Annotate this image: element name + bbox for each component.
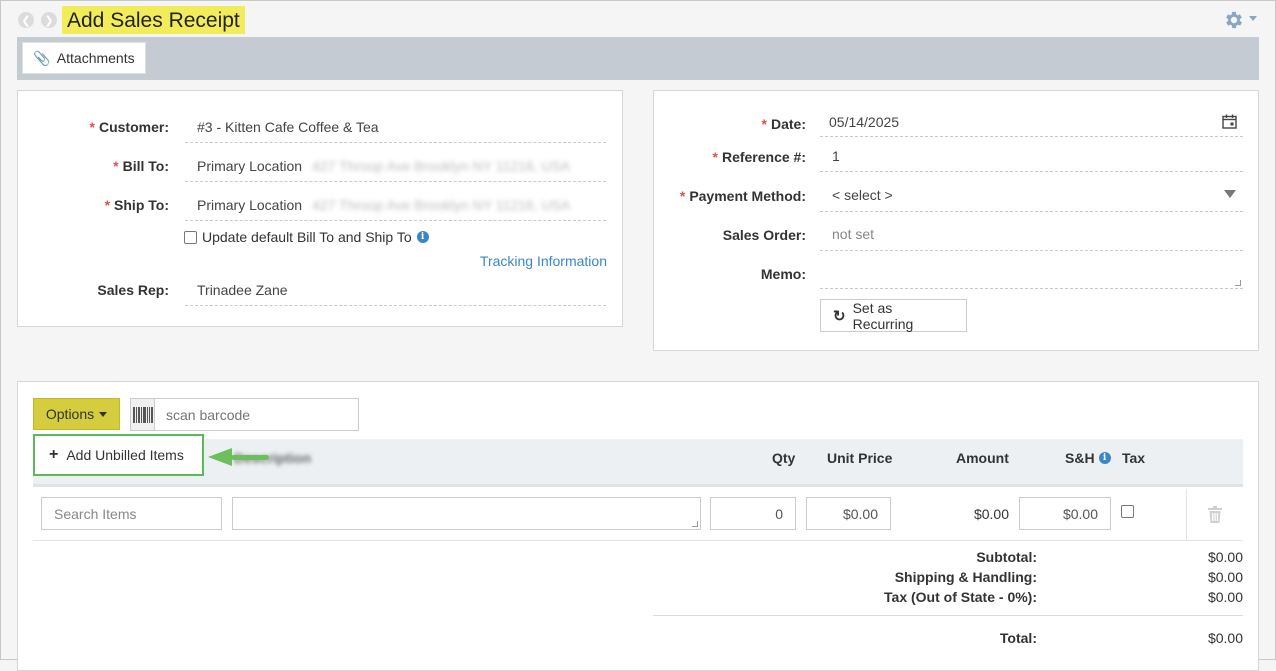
sales-rep-label: Sales Rep: xyxy=(97,282,169,298)
ship-to-label: * Ship To: xyxy=(104,197,169,213)
ship-to-field[interactable]: Primary Location 427 Throop Ave Brooklyn … xyxy=(185,194,606,221)
back-circle-icon[interactable]: ❮ xyxy=(18,12,34,28)
add-unbilled-items-menu-item[interactable]: + Add Unbilled Items xyxy=(33,434,204,476)
set-as-recurring-button[interactable]: ↻ Set as Recurring xyxy=(820,299,967,332)
totals-divider xyxy=(653,615,1243,616)
barcode-group xyxy=(130,398,359,431)
shipping-value: $0.00 xyxy=(1207,569,1243,585)
barcode-input[interactable] xyxy=(155,399,358,430)
amount-value: $0.00 xyxy=(973,506,1009,522)
sh-info-icon[interactable]: i xyxy=(1098,452,1111,464)
memo-label: Memo: xyxy=(760,266,806,282)
callout-arrow-icon xyxy=(208,448,232,466)
select-caret-icon[interactable] xyxy=(1224,190,1236,198)
settings-caret-icon[interactable] xyxy=(1249,16,1257,21)
customer-label: * Customer: xyxy=(89,119,169,135)
sales-order-label: Sales Order: xyxy=(722,227,806,243)
update-default-row: Update default Bill To and Ship To i xyxy=(184,229,429,245)
payment-method-select[interactable]: < select > xyxy=(820,183,1243,212)
total-value: $0.00 xyxy=(1207,630,1243,646)
payment-method-label: * Payment Method: xyxy=(679,188,806,204)
plus-icon: + xyxy=(49,446,59,463)
reference-label: * Reference #: xyxy=(712,149,807,165)
search-items-input[interactable]: Search Items xyxy=(41,497,222,530)
column-tax: Tax xyxy=(1122,450,1146,466)
subtotal-value: $0.00 xyxy=(1207,549,1243,565)
tax-value: $0.00 xyxy=(1207,589,1243,605)
calendar-icon[interactable] xyxy=(1222,114,1237,129)
total-label: Total: xyxy=(999,630,1037,646)
toolbar xyxy=(17,37,1259,80)
column-unit-price: Unit Price xyxy=(827,450,893,466)
memo-textarea[interactable] xyxy=(820,260,1243,289)
subtotal-label: Subtotal: xyxy=(976,549,1037,565)
sales-rep-field[interactable]: Trinadee Zane xyxy=(185,279,606,306)
date-field[interactable]: 05/14/2025 xyxy=(820,112,1243,137)
column-amount: Amount xyxy=(956,450,1009,466)
trash-icon[interactable] xyxy=(1208,506,1222,523)
refresh-icon: ↻ xyxy=(833,307,846,325)
page-title: Add Sales Receipt xyxy=(62,6,245,34)
attachments-button[interactable]: 📎 Attachments xyxy=(22,42,146,74)
bill-to-address: 427 Throop Ave Brooklyn NY 11216, USA xyxy=(312,158,571,174)
column-qty: Qty xyxy=(772,450,796,466)
date-label: * Date: xyxy=(761,116,806,132)
barcode-icon xyxy=(131,399,155,430)
shipping-label: Shipping & Handling: xyxy=(894,569,1037,585)
paperclip-icon: 📎 xyxy=(33,49,51,66)
unit-price-input[interactable]: $0.00 xyxy=(806,497,891,530)
info-icon[interactable]: i xyxy=(416,231,429,243)
bill-to-field[interactable]: Primary Location 427 Throop Ave Brooklyn … xyxy=(185,155,606,182)
sh-input[interactable]: $0.00 xyxy=(1019,497,1111,530)
tax-link[interactable]: Tax (Out of State - 0%): xyxy=(737,589,1037,605)
tracking-information-link[interactable]: Tracking Information xyxy=(401,253,607,269)
caret-down-icon xyxy=(99,411,108,417)
sales-order-field[interactable]: not set xyxy=(820,223,1243,251)
bill-to-label: * Bill To: xyxy=(113,158,169,174)
customer-field[interactable]: #3 - Kitten Cafe Coffee & Tea xyxy=(185,116,606,143)
resize-handle-icon[interactable] xyxy=(692,521,698,527)
options-button[interactable]: Options xyxy=(33,398,120,430)
callout-arrow-line xyxy=(231,455,269,460)
column-sh: S&H i xyxy=(1065,450,1111,466)
gear-icon[interactable] xyxy=(1223,9,1245,31)
forward-circle-icon[interactable]: ❯ xyxy=(41,12,57,28)
update-default-checkbox[interactable] xyxy=(184,230,197,244)
tax-checkbox[interactable] xyxy=(1121,505,1134,518)
resize-handle-icon[interactable] xyxy=(1235,280,1241,286)
ship-to-address: 427 Throop Ave Brooklyn NY 11216, USA xyxy=(312,197,571,213)
description-textarea[interactable] xyxy=(232,497,701,530)
reference-field[interactable]: 1 xyxy=(820,145,1243,172)
qty-input[interactable]: 0 xyxy=(710,497,796,530)
row-divider xyxy=(1186,489,1187,541)
